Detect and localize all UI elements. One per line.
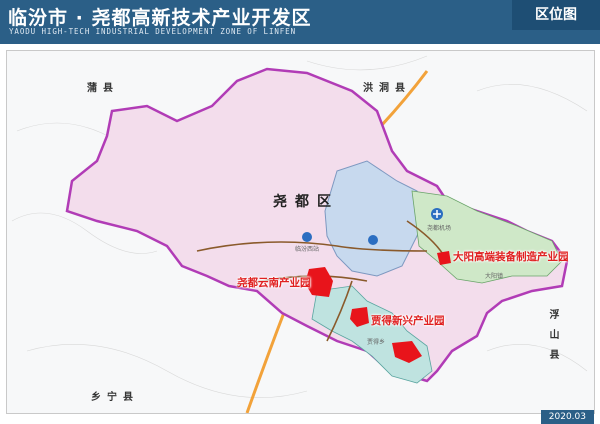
- page-title: 临汾市 · 尧都高新技术产业开发区: [8, 7, 312, 29]
- district-map: [11, 55, 588, 413]
- page-subtitle: YAODU HIGH-TECH INDUSTRIAL DEVELOPMENT Z…: [9, 27, 297, 36]
- town-label-dayang: 大阳镇: [485, 273, 504, 280]
- map-frame: 蒲县 洪洞县 浮山县 乡宁县 尧都区 尧都云南产业园 贾得新兴产业园 大阳高端装…: [6, 50, 595, 414]
- park-label-dayang: 大阳高端装备制造产业园: [453, 251, 569, 263]
- county-label-pu: 蒲县: [87, 83, 119, 94]
- district-label-yaodu: 尧都区: [273, 194, 339, 210]
- date-stamp: 2020.03: [540, 410, 594, 424]
- section-badge: 区位图: [512, 0, 600, 30]
- county-label-fushan: 浮山县: [547, 309, 558, 369]
- landmark-icon: [368, 235, 378, 245]
- park-label-jiade: 贾得新兴产业园: [371, 315, 445, 327]
- header-bar: 临汾市 · 尧都高新技术产业开发区 YAODU HIGH-TECH INDUST…: [0, 0, 600, 44]
- county-label-xiangning: 乡宁县: [91, 392, 139, 403]
- town-label-airport: 尧都机场: [427, 225, 452, 232]
- town-label-linfen-west: 临汾西站: [295, 246, 320, 253]
- town-label-jiade: 贾得乡: [367, 339, 386, 346]
- station-icon: [302, 232, 312, 242]
- park-label-yunnan: 尧都云南产业园: [237, 277, 311, 289]
- county-label-hongdong: 洪洞县: [363, 83, 411, 94]
